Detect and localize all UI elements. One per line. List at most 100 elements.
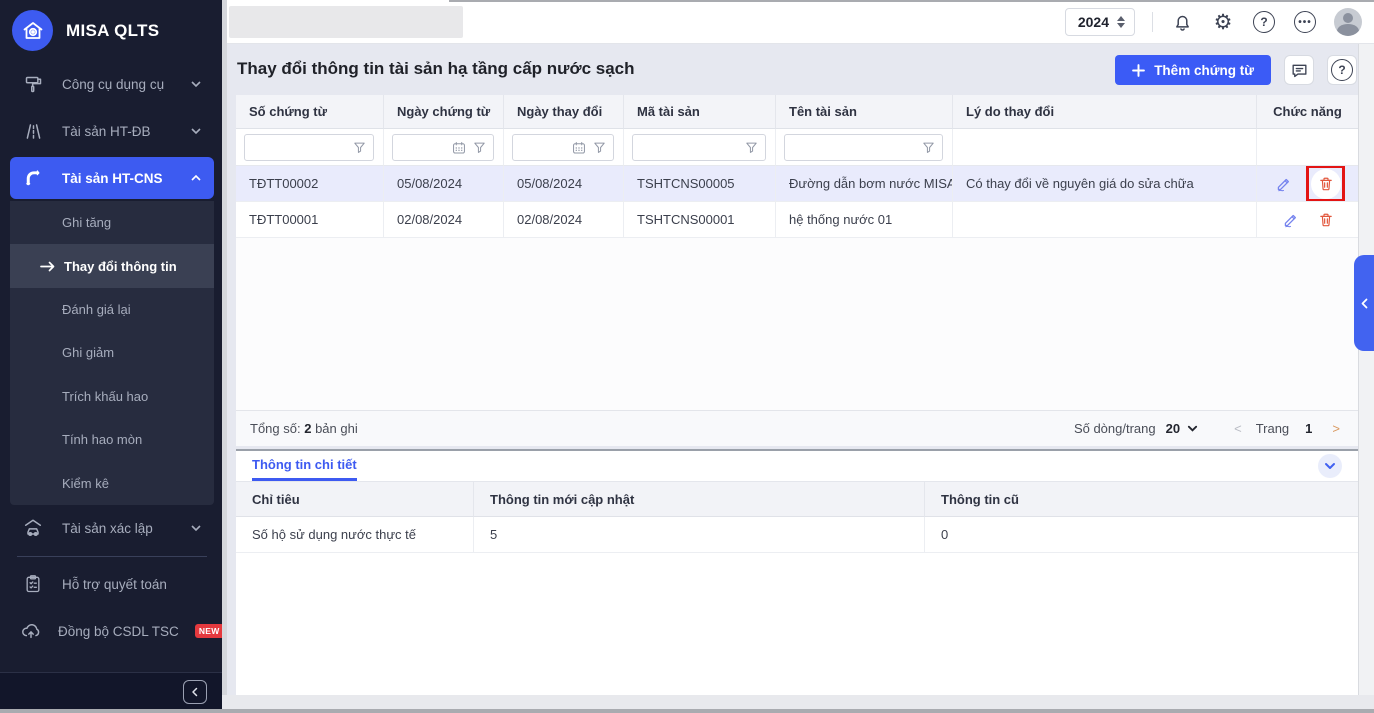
table-row[interactable]: TĐTT00002 05/08/2024 05/08/2024 TSHTCNS0… bbox=[236, 166, 1358, 202]
column-header[interactable]: Chức năng bbox=[1257, 95, 1358, 129]
page-help-button[interactable]: ? bbox=[1327, 55, 1357, 85]
sidebar-subitem-danh-gia-lai[interactable]: Đánh giá lại bbox=[10, 288, 214, 331]
topbar-controls: 2024 ⚙ ? ••• bbox=[1065, 0, 1362, 44]
sidebar-subitem-kiem-ke[interactable]: Kiểm kê bbox=[10, 462, 214, 505]
sidebar-subitem-trich-khau-hao[interactable]: Trích khấu hao bbox=[10, 375, 214, 418]
calendar-icon[interactable] bbox=[452, 141, 466, 155]
arrow-right-icon bbox=[40, 261, 55, 272]
sidebar-item-label: Tài sản HT-CNS bbox=[62, 171, 174, 186]
edit-button[interactable] bbox=[1282, 211, 1299, 228]
notifications-bell-icon[interactable] bbox=[1170, 10, 1194, 34]
more-options-icon[interactable]: ••• bbox=[1293, 10, 1317, 34]
annotation-box bbox=[1306, 166, 1345, 202]
filter-funnel-icon[interactable] bbox=[593, 141, 606, 154]
next-page-button[interactable]: > bbox=[1328, 421, 1344, 436]
edit-button[interactable] bbox=[1275, 175, 1292, 192]
column-header[interactable]: Số chứng từ bbox=[236, 95, 384, 129]
feedback-chat-button[interactable] bbox=[1284, 55, 1314, 85]
cloud-sync-icon bbox=[20, 620, 42, 642]
filter-funnel-icon[interactable] bbox=[473, 141, 486, 154]
brand-row: MISA QLTS bbox=[12, 10, 159, 51]
sidebar-subitem-ghi-tang[interactable]: Ghi tăng bbox=[10, 201, 214, 244]
per-page-select[interactable]: 20 bbox=[1166, 421, 1198, 436]
cell-asset-code: TSHTCNS00001 bbox=[624, 202, 776, 238]
filter-change-date-input[interactable] bbox=[512, 134, 614, 161]
bottom-scroll-strip bbox=[222, 695, 1374, 709]
sidebar-item-label: Hỗ trợ quyết toán bbox=[62, 577, 202, 592]
add-document-label: Thêm chứng từ bbox=[1154, 63, 1254, 78]
detail-panel: Thông tin chi tiết Chỉ tiêu Thông tin mớ… bbox=[236, 451, 1358, 695]
highlighted-delete-area bbox=[1311, 169, 1341, 199]
column-header[interactable]: Ngày chứng từ bbox=[384, 95, 504, 129]
detail-row[interactable]: Số hộ sử dụng nước thực tế 5 0 bbox=[236, 517, 1358, 553]
table-empty-area bbox=[236, 238, 1358, 410]
pagination: Số dòng/trang 20 < Trang 1 > bbox=[1074, 421, 1344, 436]
filter-funnel-icon[interactable] bbox=[745, 141, 758, 154]
column-header[interactable]: Ngày thay đổi bbox=[504, 95, 624, 129]
tab-thong-tin-chi-tiet[interactable]: Thông tin chi tiết bbox=[252, 457, 357, 481]
filter-doc-no-input[interactable] bbox=[244, 134, 374, 161]
side-drawer-toggle[interactable] bbox=[1354, 255, 1374, 351]
column-header[interactable]: Lý do thay đổi bbox=[953, 95, 1257, 129]
trash-icon bbox=[1318, 212, 1334, 228]
org-name-redacted bbox=[229, 6, 463, 38]
edit-pencil-icon bbox=[1282, 211, 1299, 228]
user-avatar[interactable] bbox=[1334, 8, 1362, 36]
app-window: MISA QLTS Công cụ dụng cụ Tài sản HT-ĐB bbox=[0, 0, 1374, 713]
column-header[interactable]: Tên tài sản bbox=[776, 95, 953, 129]
filter-cell bbox=[624, 129, 776, 166]
road-icon bbox=[20, 121, 46, 142]
filter-funnel-icon[interactable] bbox=[922, 141, 935, 154]
sidebar-item-ho-tro-quyet-toan[interactable]: Hỗ trợ quyết toán bbox=[10, 563, 214, 605]
sidebar-submenu: Ghi tăng Thay đổi thông tin Đánh giá lại… bbox=[10, 201, 214, 505]
subitem-label: Kiểm kê bbox=[62, 476, 109, 491]
help-circle-icon[interactable]: ? bbox=[1252, 10, 1276, 34]
cell-doc-no: TĐTT00001 bbox=[236, 202, 384, 238]
table-row[interactable]: TĐTT00001 02/08/2024 02/08/2024 TSHTCNS0… bbox=[236, 202, 1358, 238]
main-area: 2024 ⚙ ? ••• Thay đổi thông tin tài sản … bbox=[227, 0, 1374, 713]
plus-icon bbox=[1132, 64, 1145, 77]
fiscal-year-selector[interactable]: 2024 bbox=[1065, 8, 1135, 36]
calendar-icon[interactable] bbox=[572, 141, 586, 155]
page-actions: Thêm chứng từ ? bbox=[1115, 55, 1357, 85]
add-document-button[interactable]: Thêm chứng từ bbox=[1115, 55, 1271, 85]
sidebar-item-dong-bo-csdl-tsc[interactable]: Đồng bộ CSDL TSC NEW bbox=[10, 610, 214, 652]
cell-actions bbox=[1257, 202, 1358, 238]
sidebar-item-tai-san-ht-cns[interactable]: Tài sản HT-CNS bbox=[10, 157, 214, 199]
prev-page-button[interactable]: < bbox=[1230, 421, 1246, 436]
filter-funnel-icon[interactable] bbox=[353, 141, 366, 154]
vertical-scrollbar[interactable] bbox=[1358, 44, 1374, 709]
filter-doc-date-input[interactable] bbox=[392, 134, 494, 161]
misa-logo-icon bbox=[12, 10, 53, 51]
subitem-label: Ghi giảm bbox=[62, 345, 114, 360]
delete-button[interactable] bbox=[1318, 212, 1334, 228]
sidebar-item-cong-cu-dung-cu[interactable]: Công cụ dụng cụ bbox=[10, 63, 214, 105]
window-bottom-edge bbox=[0, 709, 1374, 713]
filter-asset-name-input[interactable] bbox=[784, 134, 943, 161]
filter-cell bbox=[504, 129, 624, 166]
sidebar-item-tai-san-ht-db[interactable]: Tài sản HT-ĐB bbox=[10, 110, 214, 152]
sidebar-subitem-tinh-hao-mon[interactable]: Tính hao mòn bbox=[10, 418, 214, 461]
cell-change-date: 05/08/2024 bbox=[504, 166, 624, 202]
detail-column-header: Chỉ tiêu bbox=[236, 481, 474, 517]
topbar-divider bbox=[1152, 12, 1153, 32]
filter-cell bbox=[953, 129, 1257, 166]
subitem-label: Ghi tăng bbox=[62, 215, 111, 230]
detail-collapse-button[interactable] bbox=[1318, 454, 1342, 478]
sidebar: MISA QLTS Công cụ dụng cụ Tài sản HT-ĐB bbox=[0, 0, 222, 710]
window-top-edge bbox=[449, 0, 1374, 2]
year-spinner-icon[interactable] bbox=[1117, 16, 1125, 28]
column-header[interactable]: Mã tài sản bbox=[624, 95, 776, 129]
sidebar-item-tai-san-xac-lap[interactable]: Tài sản xác lập bbox=[10, 507, 214, 549]
filter-asset-code-input[interactable] bbox=[632, 134, 766, 161]
sidebar-subitem-ghi-giam[interactable]: Ghi giảm bbox=[10, 331, 214, 374]
total-unit: bản ghi bbox=[315, 421, 358, 436]
subitem-label: Trích khấu hao bbox=[62, 389, 148, 404]
cell-asset-code: TSHTCNS00005 bbox=[624, 166, 776, 202]
sidebar-subitem-thay-doi-thong-tin[interactable]: Thay đổi thông tin bbox=[10, 244, 214, 287]
settings-gear-icon[interactable]: ⚙ bbox=[1211, 10, 1235, 34]
detail-header-row: Chỉ tiêu Thông tin mới cập nhật Thông ti… bbox=[236, 481, 1358, 517]
per-page-label: Số dòng/trang bbox=[1074, 421, 1156, 436]
table-footer: Tổng số: 2 bản ghi Số dòng/trang 20 < Tr… bbox=[236, 410, 1358, 446]
sidebar-collapse-button[interactable] bbox=[183, 680, 207, 704]
